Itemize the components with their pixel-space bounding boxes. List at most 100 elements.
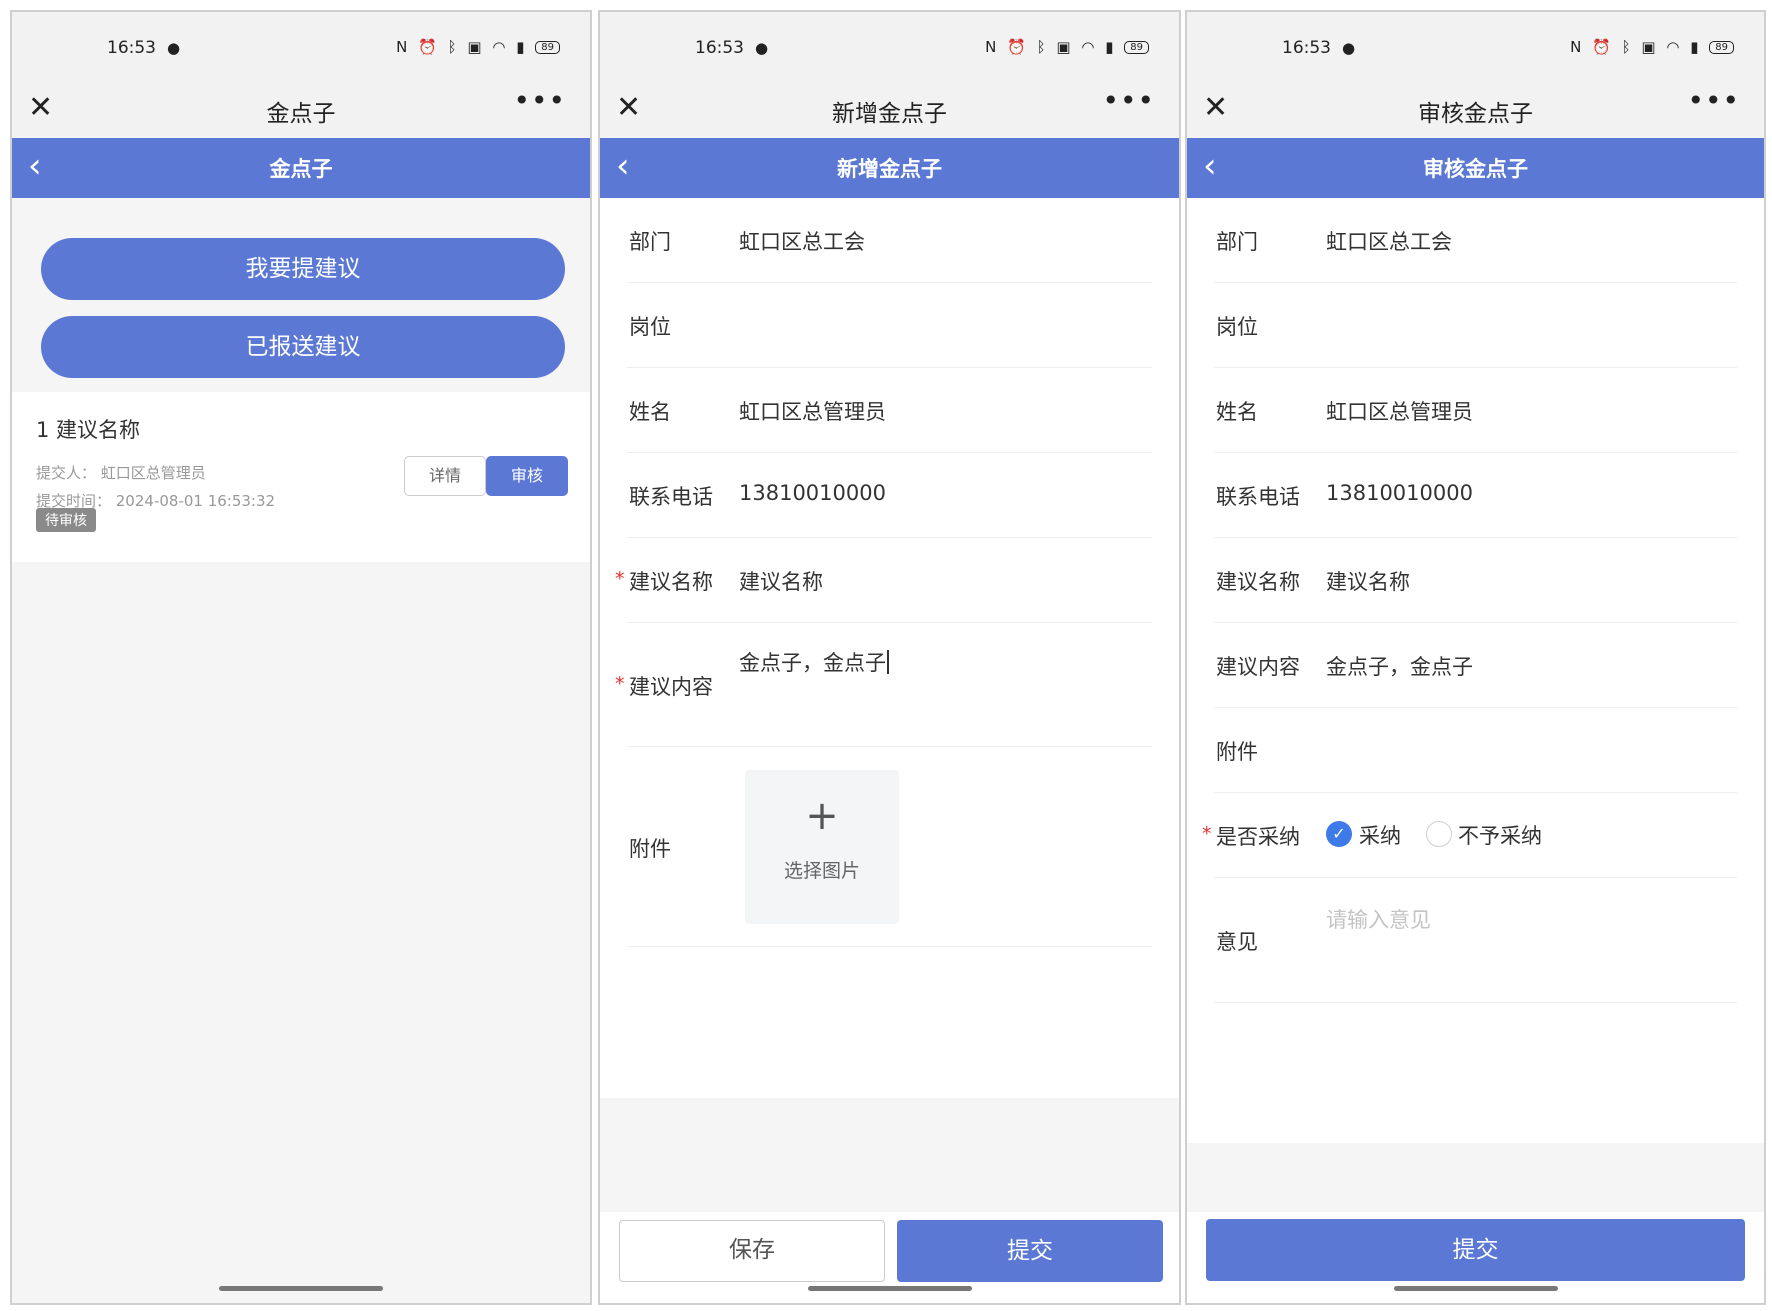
propose-button[interactable]: 我要提建议	[41, 238, 565, 300]
bottom-action-bar: 提交	[1187, 1212, 1764, 1303]
status-bar: 16:53 ● N ⏰ ᛒ ▣ ◠ ▮ 89	[600, 12, 1179, 78]
signal-icon: ▮	[1690, 38, 1702, 56]
field-label: 建议内容	[1216, 655, 1300, 679]
submitter: 提交人： 虹口区总管理员	[36, 464, 206, 482]
required-mark: *	[615, 673, 625, 695]
field-adopt: * 是否采纳 ✓ 采纳 不予采纳	[1202, 793, 1737, 878]
field-name: 姓名 虹口区总管理员	[1214, 368, 1737, 453]
wifi-icon: ◠	[1666, 38, 1683, 56]
wx-title: 新增金点子	[832, 101, 947, 127]
status-bar: 16:53 ● N ⏰ ᛒ ▣ ◠ ▮ 89	[1187, 12, 1764, 78]
field-label: 部门	[1216, 230, 1258, 254]
battery-icon: 89	[1124, 41, 1149, 54]
new-idea-form: 部门 虹口区总工会 岗位 姓名 虹口区总管理员 联系电话 13810010000…	[600, 198, 1179, 1098]
alarm-icon: ⏰	[418, 38, 440, 56]
battery-icon: 89	[1709, 41, 1734, 54]
field-content: 建议内容 金点子，金点子	[1214, 623, 1737, 708]
nav-title: 金点子	[269, 157, 333, 181]
nfc-icon: N	[396, 38, 411, 56]
field-label: 联系电话	[629, 485, 713, 509]
field-phone: 联系电话 13810010000	[1214, 453, 1737, 538]
nav-title: 新增金点子	[837, 157, 942, 181]
adopt-radio-unchecked[interactable]	[1426, 821, 1452, 847]
more-icon[interactable]: •••	[1687, 84, 1740, 117]
home-indicator[interactable]	[807, 1286, 972, 1291]
phone-input[interactable]: 13810010000	[739, 481, 886, 505]
review-form: 部门 虹口区总工会 岗位 姓名 虹口区总管理员 联系电话 13810010000…	[1187, 198, 1764, 1143]
phone-screen-review-idea: 16:53 ● N ⏰ ᛒ ▣ ◠ ▮ 89 ✕ 审核金点子 ••• ‹ 审核金…	[1185, 10, 1766, 1305]
field-label: 姓名	[629, 400, 671, 424]
name-value: 虹口区总管理员	[739, 400, 886, 424]
field-dept: 部门 虹口区总工会	[627, 198, 1152, 283]
field-label: 岗位	[1216, 315, 1258, 339]
wechat-icon: ●	[167, 39, 181, 57]
wechat-title-bar: ✕ 金点子 •••	[12, 78, 590, 138]
field-label: 建议名称	[629, 570, 713, 594]
title-value: 建议名称	[1326, 570, 1410, 594]
save-button[interactable]: 保存	[619, 1220, 885, 1282]
upload-label: 选择图片	[783, 860, 860, 882]
title-input[interactable]: 建议名称	[739, 566, 823, 596]
submit-button[interactable]: 提交	[1206, 1219, 1745, 1281]
field-dept: 部门 虹口区总工会	[1214, 198, 1737, 283]
content-textarea[interactable]: 金点子，金点子	[739, 647, 889, 677]
phone-screen-golden-ideas: 16:53 ● N ⏰ ᛒ ▣ ◠ ▮ 89 ✕ 金点子 ••• ‹ 金点子 我…	[10, 10, 592, 1305]
field-label: 建议内容	[629, 675, 713, 699]
field-title: 建议名称 建议名称	[1214, 538, 1737, 623]
submit-button[interactable]: 提交	[897, 1220, 1163, 1282]
nfc-icon: N	[1570, 38, 1585, 56]
text-cursor	[887, 650, 889, 674]
alarm-icon: ⏰	[1592, 38, 1614, 56]
bluetooth-icon: ᛒ	[447, 38, 460, 56]
dept-value: 虹口区总工会	[739, 230, 865, 254]
more-icon[interactable]: •••	[513, 84, 566, 117]
wechat-title-bar: ✕ 审核金点子 •••	[1187, 78, 1764, 138]
field-attach: 附件	[1214, 708, 1737, 793]
field-label: 建议名称	[1216, 570, 1300, 594]
upload-image-button[interactable]: + 选择图片	[745, 770, 899, 924]
wifi-icon: ◠	[1081, 38, 1098, 56]
status-time: 16:53	[1282, 38, 1331, 58]
opinion-textarea[interactable]: 请输入意见	[1326, 904, 1431, 934]
action-buttons: 我要提建议 已报送建议	[12, 198, 590, 392]
signal-icon: ▮	[1105, 38, 1117, 56]
name-value: 虹口区总管理员	[1326, 400, 1473, 424]
status-time: 16:53	[695, 38, 744, 58]
adopt-radio-checked[interactable]: ✓	[1326, 821, 1352, 847]
status-badge: 待审核	[36, 508, 96, 532]
adopt-no-label[interactable]: 不予采纳	[1458, 820, 1542, 850]
review-button[interactable]: 审核	[486, 456, 568, 496]
phone-screen-new-idea: 16:53 ● N ⏰ ᛒ ▣ ◠ ▮ 89 ✕ 新增金点子 ••• ‹ 新增金…	[598, 10, 1181, 1305]
content-value: 金点子，金点子	[1326, 655, 1473, 679]
required-mark: *	[1202, 823, 1212, 845]
nav-bar: ‹ 金点子	[12, 138, 590, 198]
sent-suggestions-button[interactable]: 已报送建议	[41, 316, 565, 378]
detail-button[interactable]: 详情	[404, 456, 486, 496]
content-text: 金点子，金点子	[739, 651, 886, 675]
home-indicator[interactable]	[219, 1286, 383, 1291]
system-icons: N ⏰ ᛒ ▣ ◠ ▮ 89	[1570, 38, 1734, 56]
system-icons: N ⏰ ᛒ ▣ ◠ ▮ 89	[396, 38, 560, 56]
field-label: 附件	[629, 837, 671, 861]
status-time: 16:53	[107, 38, 156, 58]
wechat-icon: ●	[1342, 39, 1356, 57]
more-icon[interactable]: •••	[1102, 84, 1155, 117]
system-icons: N ⏰ ᛒ ▣ ◠ ▮ 89	[985, 38, 1149, 56]
bottom-action-bar: 保存 提交	[600, 1212, 1179, 1303]
status-bar: 16:53 ● N ⏰ ᛒ ▣ ◠ ▮ 89	[12, 12, 590, 78]
required-mark: *	[615, 568, 625, 590]
field-post: 岗位	[1214, 283, 1737, 368]
wechat-title-bar: ✕ 新增金点子 •••	[600, 78, 1179, 138]
hd-icon: ▣	[1056, 38, 1074, 56]
wifi-icon: ◠	[492, 38, 509, 56]
dept-value: 虹口区总工会	[1326, 230, 1452, 254]
field-label: 是否采纳	[1216, 825, 1300, 849]
adopt-yes-label[interactable]: 采纳	[1359, 820, 1401, 850]
hd-icon: ▣	[467, 38, 485, 56]
bluetooth-icon: ᛒ	[1036, 38, 1049, 56]
field-label: 岗位	[629, 315, 671, 339]
nfc-icon: N	[985, 38, 1000, 56]
field-attach: 附件 + 选择图片	[627, 747, 1152, 947]
nav-bar: ‹ 审核金点子	[1187, 138, 1764, 198]
home-indicator[interactable]	[1393, 1286, 1558, 1291]
